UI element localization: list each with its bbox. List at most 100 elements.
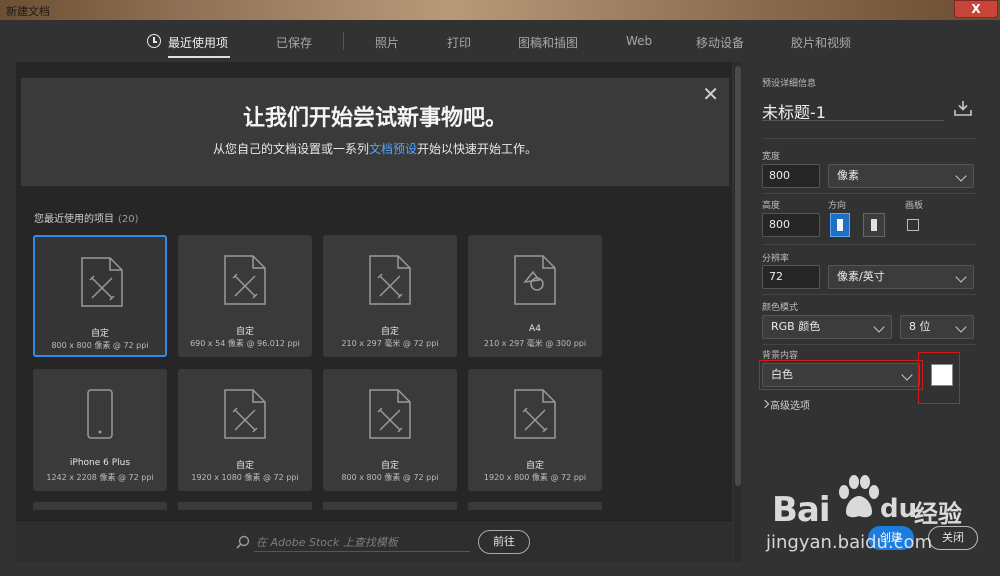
- preset-card-partial[interactable]: [178, 502, 312, 510]
- preset-size: 800 x 800 像素 @ 72 ppi: [51, 341, 149, 350]
- scrollbar-thumb[interactable]: [735, 66, 741, 486]
- preset-card-partial[interactable]: [468, 502, 602, 510]
- custom-doc-icon: [224, 255, 266, 305]
- resolution-input[interactable]: 72: [762, 265, 820, 289]
- preset-details-label: 预设详细信息: [762, 79, 817, 89]
- custom-doc-icon: [224, 389, 266, 439]
- height-input[interactable]: 800: [762, 213, 820, 237]
- portrait-orientation-button[interactable]: [830, 213, 850, 237]
- preset-size: 210 x 297 毫米 @ 300 ppi: [483, 339, 587, 348]
- preset-card[interactable]: 自定 1920 x 1080 像素 @ 72 ppi: [178, 369, 312, 491]
- custom-doc-icon: [81, 257, 123, 307]
- preset-card-partial[interactable]: [33, 502, 167, 510]
- tab-recent[interactable]: 最近使用项: [168, 34, 228, 51]
- presets-scrollbar[interactable]: [734, 62, 742, 562]
- height-label: 高度: [762, 201, 781, 211]
- orientation-label: 方向: [828, 201, 847, 211]
- stock-search-input[interactable]: 在 Adobe Stock 上查找模板: [256, 534, 398, 550]
- preset-size: 690 x 54 像素 @ 96.012 ppi: [190, 339, 300, 348]
- preset-name: iPhone 6 Plus: [69, 458, 131, 468]
- recent-items-count: (20): [118, 214, 139, 225]
- tab-mobile[interactable]: 移动设备: [696, 34, 744, 51]
- color-mode-select[interactable]: RGB 颜色: [762, 315, 892, 339]
- section-divider: [762, 193, 976, 194]
- landscape-orientation-button[interactable]: [863, 213, 885, 237]
- landscape-icon: [871, 219, 877, 231]
- preset-size: 1242 x 2208 像素 @ 72 ppi: [46, 473, 154, 482]
- custom-doc-icon: [369, 389, 411, 439]
- close-button[interactable]: 关闭: [928, 526, 978, 550]
- section-divider: [762, 244, 976, 245]
- welcome-banner: ✕ 让我们开始尝试新事物吧。 从您自己的文档设置或一系列文档预设开始以快速开始工…: [21, 78, 729, 186]
- document-presets-link[interactable]: 文档预设: [369, 142, 417, 156]
- preset-details-panel: 预设详细信息 未标题-1 宽度 800 像素 高度 方向 画板 800 分辨率 …: [748, 62, 994, 562]
- document-name-underline: [762, 120, 944, 121]
- preset-size: 210 x 297 毫米 @ 72 ppi: [341, 339, 439, 348]
- preset-card-partial[interactable]: [323, 502, 457, 510]
- go-button[interactable]: 前往: [478, 530, 530, 554]
- preset-size: 1920 x 1080 像素 @ 72 ppi: [191, 473, 299, 482]
- chevron-down-icon: [901, 369, 913, 381]
- artboard-checkbox[interactable]: [907, 219, 919, 231]
- tab-film-video[interactable]: 胶片和视频: [791, 34, 851, 51]
- chevron-right-icon: [760, 399, 770, 409]
- preset-card[interactable]: 自定 210 x 297 毫米 @ 72 ppi: [323, 235, 457, 357]
- preset-card[interactable]: iPhone 6 Plus 1242 x 2208 像素 @ 72 ppi: [33, 369, 167, 491]
- save-preset-icon[interactable]: [954, 100, 972, 116]
- preset-card[interactable]: 自定 1920 x 800 像素 @ 72 ppi: [468, 369, 602, 491]
- chevron-down-icon: [955, 271, 967, 283]
- preset-name: 自定: [380, 327, 399, 337]
- width-label: 宽度: [762, 152, 781, 162]
- preset-card[interactable]: A4 210 x 297 毫米 @ 300 ppi: [468, 235, 602, 357]
- clock-icon: [147, 34, 161, 48]
- artboard-label: 画板: [905, 201, 924, 211]
- tab-art-illustration[interactable]: 图稿和插图: [518, 34, 578, 51]
- preset-name: 自定: [525, 461, 544, 471]
- color-mode-label: 颜色模式: [762, 303, 799, 313]
- presets-pane: ✕ 让我们开始尝试新事物吧。 从您自己的文档设置或一系列文档预设开始以快速开始工…: [16, 62, 732, 562]
- width-unit-select[interactable]: 像素: [828, 164, 974, 188]
- resolution-label: 分辨率: [762, 254, 790, 264]
- custom-doc-icon: [514, 389, 556, 439]
- chevron-down-icon: [955, 170, 967, 182]
- search-underline: [254, 551, 470, 552]
- background-content-select[interactable]: 白色: [762, 363, 920, 387]
- category-tabs: 最近使用项 已保存 照片 打印 图稿和插图 Web 移动设备 胶片和视频: [6, 20, 994, 60]
- section-divider: [762, 344, 976, 345]
- preset-size: 1920 x 800 像素 @ 72 ppi: [483, 473, 587, 482]
- portrait-icon: [837, 219, 843, 231]
- preset-card[interactable]: 自定 800 x 800 像素 @ 72 ppi: [33, 235, 167, 357]
- tab-web[interactable]: Web: [626, 34, 652, 48]
- bit-depth-select[interactable]: 8 位: [900, 315, 974, 339]
- section-divider: [762, 294, 976, 295]
- recent-items-heading: 您最近使用的项目 (20): [34, 214, 139, 225]
- chevron-down-icon: [955, 321, 967, 333]
- window-title: 新建文档: [6, 5, 50, 18]
- print-doc-icon: [514, 255, 556, 305]
- preset-size: 800 x 800 像素 @ 72 ppi: [341, 473, 439, 482]
- resolution-unit-select[interactable]: 像素/英寸: [828, 265, 974, 289]
- tab-saved[interactable]: 已保存: [276, 34, 312, 51]
- window-close-button[interactable]: X: [954, 0, 998, 18]
- create-button[interactable]: 创建: [868, 526, 914, 550]
- new-document-dialog: 最近使用项 已保存 照片 打印 图稿和插图 Web 移动设备 胶片和视频 ✕ 让…: [6, 20, 994, 570]
- preset-name: 自定: [235, 327, 254, 337]
- title-bar: 新建文档 X: [0, 0, 1000, 20]
- stock-search-bar: 在 Adobe Stock 上查找模板 前往: [16, 520, 732, 562]
- search-icon: [236, 535, 250, 549]
- tab-photo[interactable]: 照片: [375, 34, 399, 51]
- preset-name: 自定: [380, 461, 399, 471]
- background-color-swatch[interactable]: [931, 364, 953, 386]
- custom-doc-icon: [369, 255, 411, 305]
- advanced-options-toggle[interactable]: 高级选项: [770, 397, 810, 412]
- chevron-down-icon: [873, 321, 885, 333]
- preset-name: 自定: [90, 329, 109, 339]
- banner-headline: 让我们开始尝试新事物吧。: [242, 106, 507, 131]
- preset-name: A4: [529, 324, 541, 334]
- width-input[interactable]: 800: [762, 164, 820, 188]
- preset-card[interactable]: 自定 800 x 800 像素 @ 72 ppi: [323, 369, 457, 491]
- tab-divider: [343, 32, 344, 50]
- tab-print[interactable]: 打印: [447, 34, 471, 51]
- section-divider: [762, 138, 976, 139]
- preset-card[interactable]: 自定 690 x 54 像素 @ 96.012 ppi: [178, 235, 312, 357]
